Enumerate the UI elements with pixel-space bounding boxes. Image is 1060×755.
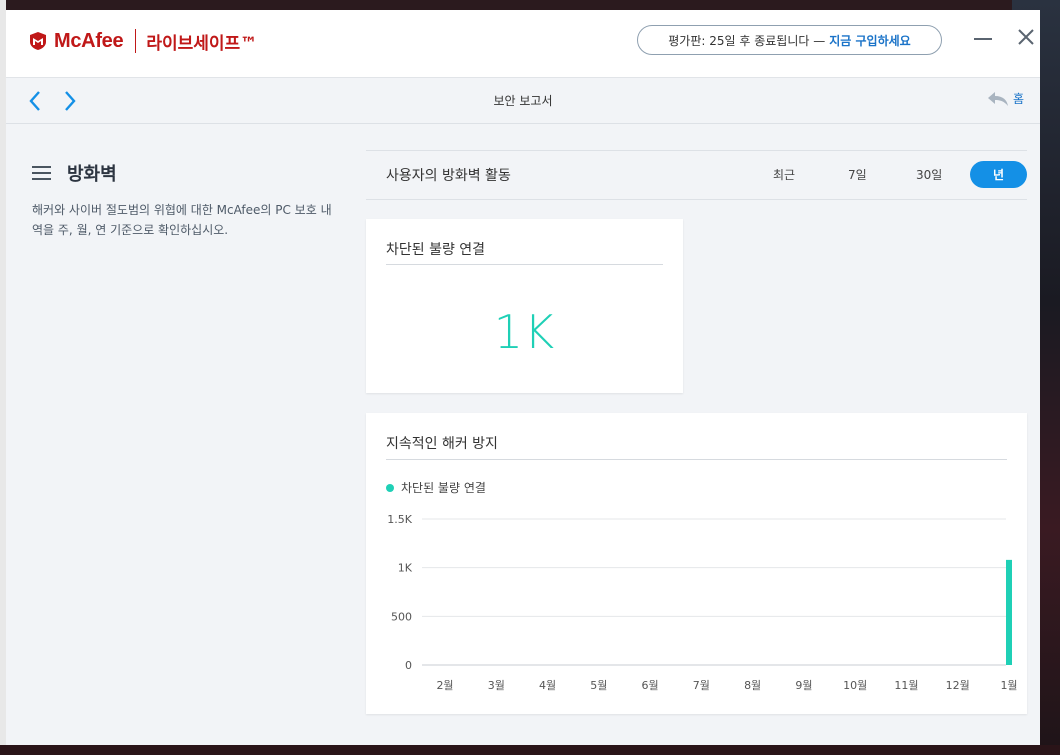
section-title: 방화벽: [67, 164, 117, 185]
period-option-30d[interactable]: 30일: [916, 166, 942, 183]
x-tick-label: 10월: [843, 679, 867, 692]
period-option-year[interactable]: 년: [970, 161, 1027, 188]
card-title: 차단된 불량 연결: [386, 242, 486, 258]
sidebar-header: 방화벽: [32, 160, 332, 186]
product-name: 라이브세이프™: [146, 33, 258, 54]
hacker-prevention-card: 지속적인 해커 방지 차단된 불량 연결 0 500 1K 1.5K 2월 3월 4월 5월 6…: [366, 413, 1027, 714]
section-description: 해커와 사이버 절도범의 위협에 대한 McAfee의 PC 보호 내역을 주,…: [32, 203, 332, 237]
x-tick-label: 7월: [693, 679, 710, 692]
period-label: 사용자의 방화벽 활동: [386, 168, 511, 184]
x-tick-label: 5월: [590, 679, 607, 692]
x-tick-label: 9월: [795, 679, 812, 692]
minimize-button[interactable]: [974, 38, 992, 40]
close-icon[interactable]: [1016, 27, 1036, 47]
buy-now-link[interactable]: 지금 구입하세요: [829, 32, 910, 49]
reply-arrow-icon: [988, 91, 1008, 106]
app-window: McAfee 라이브세이프™ 평가판: 25일 후 종료됩니다 — 지금 구입하…: [6, 10, 1040, 745]
trial-text: 평가판: 25일 후 종료됩니다 —: [668, 33, 826, 48]
x-tick-label: 11월: [894, 679, 918, 692]
title-bar: McAfee 라이브세이프™ 평가판: 25일 후 종료됩니다 — 지금 구입하…: [6, 10, 1040, 78]
brand-divider: [135, 29, 137, 53]
brand-logo: McAfee 라이브세이프™: [28, 29, 258, 54]
home-label: 홈: [1013, 92, 1025, 106]
x-tick-label: 8월: [744, 679, 761, 692]
period-option-7d[interactable]: 7일: [848, 166, 867, 183]
x-tick-label: 2월: [436, 679, 453, 692]
y-tick-label: 1.5K: [387, 513, 412, 526]
period-option-recent[interactable]: 최근: [773, 166, 795, 183]
y-tick-label: 500: [391, 610, 412, 623]
x-tick-label: 1월: [1000, 679, 1017, 692]
trial-banner[interactable]: 평가판: 25일 후 종료됩니다 — 지금 구입하세요: [637, 25, 942, 55]
home-button[interactable]: 홈: [987, 90, 1024, 107]
y-tick-label: 0: [405, 659, 412, 672]
sidebar: 방화벽 해커와 사이버 절도범의 위협에 대한 McAfee의 PC 보호 내역…: [32, 160, 332, 240]
blocked-count: 1K: [493, 305, 556, 359]
x-tick-label: 6월: [642, 679, 659, 692]
x-tick-label: 12월: [946, 679, 970, 692]
desktop-bottom-edge: [0, 745, 1060, 755]
blocked-connections-card: 차단된 불량 연결 1K: [366, 219, 683, 393]
x-tick-label: 4월: [539, 679, 556, 692]
bar-chart: 0 500 1K 1.5K 2월 3월 4월 5월 6월 7월 8월 9월 10월 11월 12월 1월: [387, 513, 1017, 692]
brand-name: McAfee: [54, 29, 124, 52]
mcafee-shield-icon: [30, 32, 46, 50]
y-tick-label: 1K: [398, 562, 413, 575]
nav-bar: 보안 보고서 홈: [6, 78, 1040, 124]
menu-icon[interactable]: [32, 166, 51, 180]
x-tick-label: 3월: [488, 679, 505, 692]
page-title: 보안 보고서: [493, 94, 553, 108]
card-divider: [386, 264, 663, 265]
bar[interactable]: [1006, 559, 1012, 665]
period-selector: 사용자의 방화벽 활동 최근 7일 30일 년: [366, 150, 1027, 200]
